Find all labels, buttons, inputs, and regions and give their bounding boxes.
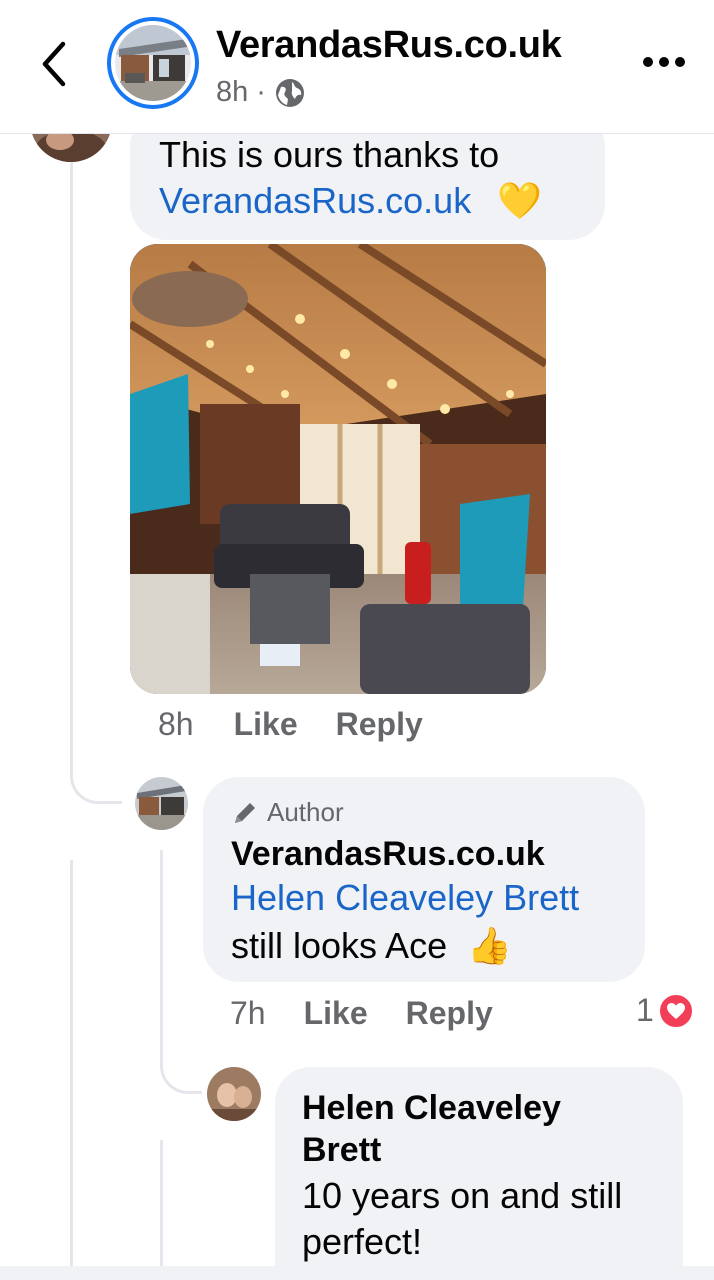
comment-text-line: This is ours thanks to: [159, 134, 500, 175]
reply-bubble[interactable]: Author VerandasRus.co.uk Helen Cleaveley…: [203, 777, 645, 982]
reply-like-button[interactable]: Like: [304, 995, 368, 1032]
thread-line-reply-lower: [160, 1140, 163, 1266]
post-time: 8h: [216, 76, 249, 108]
post-meta: 8h ·: [216, 76, 306, 109]
thread-line-lower: [70, 860, 73, 1266]
thread-connector-reply1: [70, 760, 122, 804]
page-mention-link[interactable]: VerandasRus.co.uk: [159, 180, 471, 221]
post-header: VerandasRus.co.uk 8h ·: [0, 0, 714, 134]
comment-photo[interactable]: [130, 244, 546, 694]
author-badge: Author: [231, 797, 344, 828]
reaction-count: 1: [636, 992, 654, 1028]
reply-reply-button[interactable]: Reply: [406, 995, 493, 1032]
back-button[interactable]: [30, 36, 78, 92]
reply-button[interactable]: Reply: [336, 706, 423, 743]
reply-actions: 7h Like Reply: [230, 995, 493, 1032]
author-label: Author: [267, 797, 344, 827]
yellow-heart-emoji: 💛: [497, 180, 543, 221]
like-button[interactable]: Like: [234, 706, 298, 743]
more-button[interactable]: [636, 40, 692, 84]
helen-name[interactable]: Helen Cleaveley Brett: [302, 1087, 561, 1171]
helen-reply-bubble[interactable]: Helen Cleaveley Brett 10 years on and st…: [275, 1067, 683, 1280]
helen-avatar[interactable]: [207, 1067, 261, 1121]
pencil-icon: [235, 802, 255, 823]
reply-author-name[interactable]: VerandasRus.co.uk: [231, 833, 545, 875]
thumbs-up-emoji: 👍: [467, 925, 512, 966]
comment-time: 8h: [158, 706, 194, 742]
reply-time: 7h: [230, 995, 266, 1031]
page-avatar[interactable]: [107, 17, 199, 109]
heart-icon: [657, 992, 694, 1029]
reply-text: still looks Ace: [231, 925, 448, 966]
comment-actions: 8h Like Reply: [158, 706, 423, 743]
helen-name-line: Brett: [302, 1131, 382, 1169]
meta-separator: ·: [256, 76, 266, 108]
avatar-image: [115, 25, 191, 101]
globe-icon: [275, 78, 304, 107]
comment-text: This is ours thanks to VerandasRus.co.uk…: [159, 132, 599, 224]
reaction-summary[interactable]: 1: [636, 992, 694, 1029]
comment-link-line: VerandasRus.co.uk 💛: [159, 178, 599, 224]
thread-line-main: [70, 135, 73, 775]
reply-mention[interactable]: Helen Cleaveley Brett: [231, 875, 579, 921]
helen-reply-text: 10 years on and still perfect!: [302, 1173, 622, 1265]
thread-connector-reply2: [160, 1040, 202, 1094]
more-icon: [643, 57, 685, 67]
bottom-bar: [0, 1266, 714, 1280]
author-avatar[interactable]: [135, 777, 188, 830]
page-name[interactable]: VerandasRus.co.uk: [216, 24, 562, 67]
helen-text-line: 10 years on and still: [302, 1175, 623, 1216]
thread-line-reply: [160, 850, 163, 1050]
helen-text-line: perfect!: [302, 1221, 423, 1262]
reply-text-line: still looks Ace 👍: [231, 923, 512, 969]
back-arrow-icon: [42, 41, 66, 87]
helen-name-line: Helen Cleaveley: [302, 1089, 561, 1127]
